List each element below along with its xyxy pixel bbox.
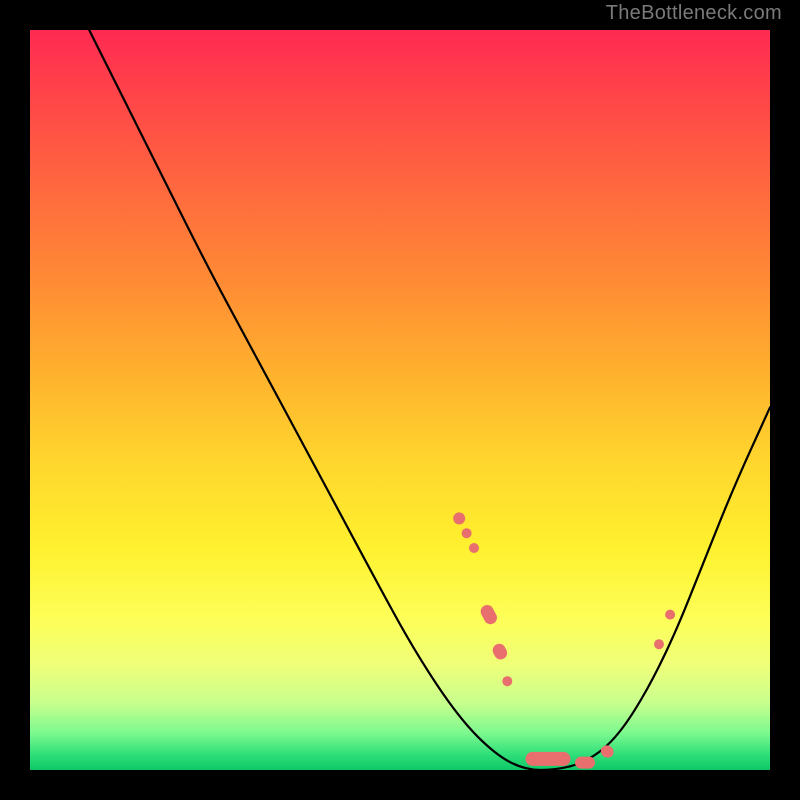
mark-mid-b [490,641,509,661]
mark-mid-c [502,676,512,686]
plot-area [30,30,770,770]
mark-up-a [599,743,616,760]
mark-min-a [526,752,571,766]
chart-svg [30,30,770,770]
bottleneck-curve [89,30,770,770]
mark-left-c [469,543,479,553]
mark-up-b [654,639,664,649]
watermark-text: TheBottleneck.com [606,2,782,25]
curve-markers [451,510,675,768]
mark-left-a [451,510,467,526]
mark-left-b [462,528,472,538]
mark-min-b [575,757,595,769]
mark-mid-a [478,603,499,627]
mark-up-c [665,610,675,620]
chart-stage: TheBottleneck.com [0,0,800,800]
